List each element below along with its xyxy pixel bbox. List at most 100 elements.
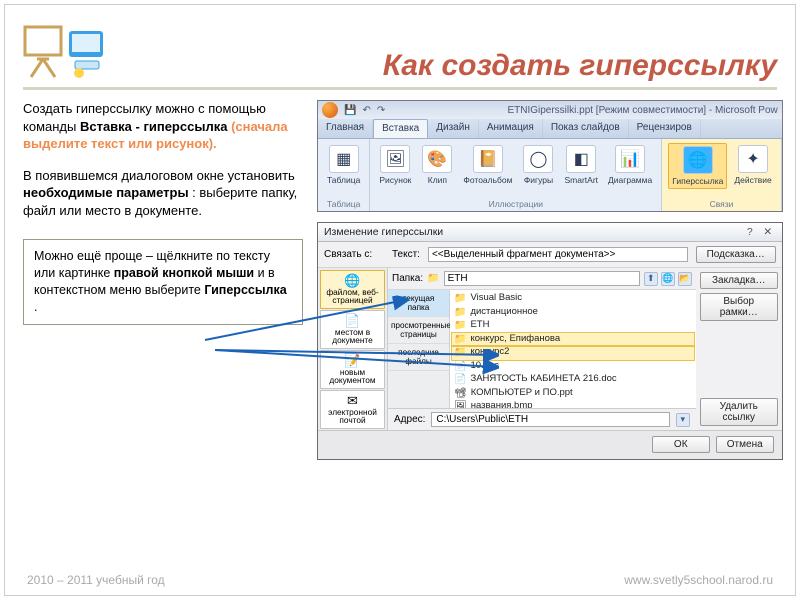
qat-undo-icon[interactable]: ↶ [362, 105, 370, 116]
photoalbum-button[interactable]: 📔Фотоальбом [460, 143, 515, 187]
address-row: Адрес: ▾ [388, 408, 696, 430]
lookin-tabs: текущая папка просмотренные страницы пос… [388, 290, 450, 408]
dialog-footer: ОК Отмена [318, 430, 782, 459]
tab-slideshow[interactable]: Показ слайдов [543, 119, 629, 138]
ribbon-screenshot: 💾 ↶ ↷ ETNIGiperssilki.ppt [Режим совмест… [317, 100, 783, 212]
file-item[interactable]: 📁 ETH [452, 319, 694, 333]
file-item[interactable]: 📽КОМПЬЮТЕР и ПО.ppt [452, 387, 694, 401]
address-label: Адрес: [394, 414, 425, 425]
target-frame-button[interactable]: Выбор рамки… [700, 293, 778, 321]
lookin-browsed[interactable]: просмотренные страницы [388, 317, 449, 344]
file-name: ЗАНЯТОСТЬ КАБИНЕТА 216.doc [470, 373, 616, 386]
note-box: Можно ещё проще – щёлкните по тексту или… [23, 239, 303, 325]
browse-file-icon[interactable]: 📂 [678, 272, 692, 286]
file-name: 10.doc [470, 360, 499, 373]
text-label: Текст: [392, 249, 420, 260]
help-icon[interactable]: ? [742, 226, 758, 238]
tab-home[interactable]: Главная [318, 119, 373, 138]
left-column: Создать гиперссылку можно с помощью кома… [23, 100, 303, 460]
cancel-button[interactable]: Отмена [716, 436, 774, 453]
file-icon: 📁 [454, 292, 466, 306]
title-illustration-icon [23, 19, 113, 83]
up-folder-icon[interactable]: ⬆ [644, 272, 658, 286]
chart-button[interactable]: 📊Диаграмма [605, 143, 655, 187]
window-title: ETNIGiperssilki.ppt [Режим совместимости… [507, 105, 777, 116]
folder-row: Папка: 📁 ⬆ 🌐 📂 [388, 268, 696, 290]
file-item[interactable]: 📄ЗАНЯТОСТЬ КАБИНЕТА 216.doc [452, 373, 694, 387]
quick-access-toolbar: 💾 ↶ ↷ ETNIGiperssilki.ppt [Режим совмест… [318, 101, 782, 119]
remove-link-button[interactable]: Удалить ссылку [700, 398, 778, 426]
file-item[interactable]: 📁конкурс2 [452, 346, 694, 360]
folder-tools: ⬆ 🌐 📂 [644, 272, 692, 286]
slide-footer: 2010 – 2011 учебный год www.svetly5schoo… [27, 573, 773, 587]
screentip-button[interactable]: Подсказка… [696, 246, 776, 263]
lookin-current[interactable]: текущая папка [388, 290, 449, 317]
ok-button[interactable]: ОК [652, 436, 710, 453]
table-button[interactable]: ▦ Таблица [324, 143, 363, 187]
clipart-icon: 🎨 [422, 145, 452, 173]
hyperlink-button[interactable]: 🌐Гиперссылка [668, 143, 727, 189]
file-icon: 🖼 [454, 400, 467, 408]
qat-save-icon[interactable]: 💾 [344, 105, 356, 116]
display-text-input[interactable] [428, 247, 688, 262]
shapes-button[interactable]: ◯Фигуры [519, 143, 557, 187]
file-list[interactable]: 📁Visual Basic📁дистанционное📁ETH📁конкурс,… [450, 290, 696, 408]
paragraph-1: Создать гиперссылку можно с помощью кома… [23, 100, 303, 153]
clipart-button[interactable]: 🎨Клип [418, 143, 456, 187]
file-name: дистанционное [470, 306, 537, 319]
file-icon: 📁 [454, 346, 466, 360]
tab-animation[interactable]: Анимация [479, 119, 543, 138]
folder-icon: 📁 [427, 273, 439, 284]
bookmark-button[interactable]: Закладка… [700, 272, 778, 289]
file-item[interactable]: 📁 конкурс, Епифанова [452, 333, 694, 347]
file-item[interactable]: 🖼названия.bmp [452, 400, 694, 408]
paragraph-2: В появившемся диалоговом окне установить… [23, 167, 303, 220]
tab-insert[interactable]: Вставка [373, 119, 428, 138]
file-icon: 📁 [454, 333, 466, 347]
file-icon: 📽 [454, 387, 467, 401]
office-orb-icon[interactable] [322, 102, 338, 118]
file-item[interactable]: 📁 Visual Basic [452, 292, 694, 306]
slide: Как создать гиперссылку Создать гиперссы… [4, 4, 796, 596]
action-icon: ✦ [738, 145, 768, 173]
picture-button[interactable]: 🖼Рисунок [376, 143, 414, 187]
ribbon-tabs: Главная Вставка Дизайн Анимация Показ сл… [318, 119, 782, 139]
file-name: Visual Basic [470, 292, 522, 305]
lookin-recent[interactable]: последние файлы [388, 344, 449, 371]
link-to-sidebar: 🌐файлом, веб-страницей 📄местом в докумен… [318, 268, 388, 430]
address-dropdown-icon[interactable]: ▾ [676, 413, 690, 427]
address-input[interactable] [431, 412, 669, 427]
browse-web-icon[interactable]: 🌐 [661, 272, 675, 286]
file-name: ETH [470, 319, 489, 332]
folder-combo[interactable] [444, 271, 640, 286]
file-item[interactable]: 📄10.doc [452, 360, 694, 374]
linkto-place[interactable]: 📄местом в документе [320, 310, 385, 349]
picture-icon: 🖼 [380, 145, 410, 173]
file-icon: 📁 [454, 319, 466, 333]
ribbon-group-tables: ▦ Таблица Таблица [318, 139, 370, 211]
shapes-icon: ◯ [523, 145, 553, 173]
browse-pane: Папка: 📁 ⬆ 🌐 📂 текущая папка [388, 268, 696, 430]
right-column: 💾 ↶ ↷ ETNIGiperssilki.ppt [Режим совмест… [317, 100, 783, 460]
title-bar: Как создать гиперссылку [23, 19, 777, 90]
link-with-label: Связать с: [324, 249, 384, 260]
file-item[interactable]: 📁дистанционное [452, 306, 694, 320]
ribbon-group-links: 🌐Гиперссылка ✦Действие Связи [662, 139, 782, 211]
action-button[interactable]: ✦Действие [731, 143, 774, 187]
file-browser: текущая папка просмотренные страницы пос… [388, 290, 696, 408]
file-name: конкурс, Епифанова [470, 333, 560, 346]
linkto-email[interactable]: ✉электронной почтой [320, 390, 385, 429]
smartart-button[interactable]: ◧SmartArt [561, 143, 601, 187]
close-icon[interactable]: ✕ [760, 226, 776, 238]
smartart-icon: ◧ [566, 145, 596, 173]
linkto-newdoc[interactable]: 📝новым документом [320, 350, 385, 389]
linkto-file-web[interactable]: 🌐файлом, веб-страницей [320, 270, 385, 309]
folder-label: Папка: [392, 273, 423, 284]
slide-title: Как создать гиперссылку [129, 49, 777, 83]
tab-design[interactable]: Дизайн [428, 119, 479, 138]
hyperlink-dialog: Изменение гиперссылки ? ✕ Связать с: Тек… [317, 222, 783, 460]
mail-icon: ✉ [323, 394, 382, 408]
chart-icon: 📊 [615, 145, 645, 173]
qat-redo-icon[interactable]: ↷ [377, 105, 385, 116]
tab-review[interactable]: Рецензиров [629, 119, 701, 138]
